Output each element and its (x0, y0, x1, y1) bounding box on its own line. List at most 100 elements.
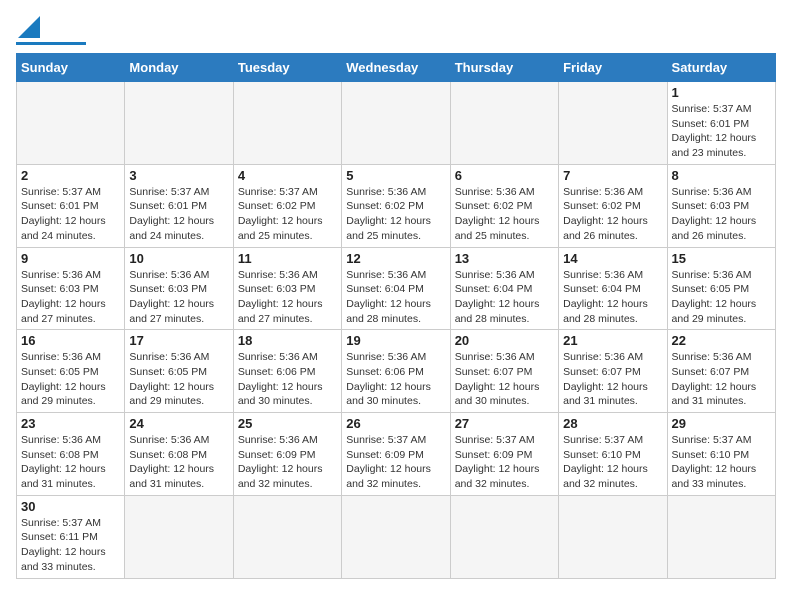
calendar-day-cell (450, 82, 558, 165)
calendar-table: SundayMondayTuesdayWednesdayThursdayFrid… (16, 53, 776, 579)
day-info: Sunrise: 5:36 AM Sunset: 6:07 PM Dayligh… (672, 350, 771, 409)
day-number: 10 (129, 251, 228, 266)
calendar-day-cell: 3Sunrise: 5:37 AM Sunset: 6:01 PM Daylig… (125, 164, 233, 247)
calendar-day-cell (559, 82, 667, 165)
calendar-day-cell: 28 Sunrise: 5:37 AM Sunset: 6:10 PM Dayli… (559, 413, 667, 496)
day-info: Sunrise: 5:36 AM Sunset: 6:02 PM Dayligh… (455, 185, 554, 244)
day-of-week-header: Friday (559, 54, 667, 82)
calendar-day-cell: 13Sunrise: 5:36 AM Sunset: 6:04 PM Dayli… (450, 247, 558, 330)
calendar-day-cell: 20 Sunrise: 5:36 AM Sunset: 6:07 PM Dayli… (450, 330, 558, 413)
day-info: Sunrise: 5:36 AM Sunset: 6:09 PM Dayligh… (238, 433, 337, 492)
day-info: Sunrise: 5:36 AM Sunset: 6:03 PM Dayligh… (21, 268, 120, 327)
calendar-week-row: 23 Sunrise: 5:36 AM Sunset: 6:08 PM Dayli… (17, 413, 776, 496)
day-number: 2 (21, 168, 120, 183)
day-of-week-header: Monday (125, 54, 233, 82)
calendar-day-cell (342, 82, 450, 165)
day-number: 19 (346, 333, 445, 348)
calendar-day-cell (125, 495, 233, 578)
day-number: 21 (563, 333, 662, 348)
day-info: Sunrise: 5:36 AM Sunset: 6:07 PM Dayligh… (455, 350, 554, 409)
day-number: 9 (21, 251, 120, 266)
day-info: Sunrise: 5:37 AM Sunset: 6:01 PM Dayligh… (21, 185, 120, 244)
day-info: Sunrise: 5:37 AM Sunset: 6:11 PM Dayligh… (21, 516, 120, 575)
day-number: 17 (129, 333, 228, 348)
page-header (16, 16, 776, 45)
calendar-day-cell: 25 Sunrise: 5:36 AM Sunset: 6:09 PM Dayli… (233, 413, 341, 496)
day-of-week-header: Tuesday (233, 54, 341, 82)
calendar-day-cell: 16Sunrise: 5:36 AM Sunset: 6:05 PM Dayli… (17, 330, 125, 413)
day-info: Sunrise: 5:36 AM Sunset: 6:06 PM Dayligh… (238, 350, 337, 409)
day-info: Sunrise: 5:36 AM Sunset: 6:06 PM Dayligh… (346, 350, 445, 409)
logo-underline (16, 42, 86, 45)
day-number: 26 (346, 416, 445, 431)
calendar-day-cell: 21 Sunrise: 5:36 AM Sunset: 6:07 PM Dayli… (559, 330, 667, 413)
calendar-day-cell (667, 495, 775, 578)
day-number: 29 (672, 416, 771, 431)
calendar-day-cell (559, 495, 667, 578)
day-number: 22 (672, 333, 771, 348)
calendar-day-cell: 23 Sunrise: 5:36 AM Sunset: 6:08 PM Dayli… (17, 413, 125, 496)
calendar-day-cell (125, 82, 233, 165)
day-number: 6 (455, 168, 554, 183)
logo-triangle-icon (18, 16, 40, 38)
day-info: Sunrise: 5:37 AM Sunset: 6:10 PM Dayligh… (563, 433, 662, 492)
day-info: Sunrise: 5:36 AM Sunset: 6:08 PM Dayligh… (129, 433, 228, 492)
day-info: Sunrise: 5:37 AM Sunset: 6:01 PM Dayligh… (672, 102, 771, 161)
day-number: 30 (21, 499, 120, 514)
calendar-day-cell: 15 Sunrise: 5:36 AM Sunset: 6:05 PM Dayli… (667, 247, 775, 330)
day-of-week-header: Wednesday (342, 54, 450, 82)
calendar-day-cell: 30 Sunrise: 5:37 AM Sunset: 6:11 PM Dayli… (17, 495, 125, 578)
day-number: 25 (238, 416, 337, 431)
day-info: Sunrise: 5:36 AM Sunset: 6:04 PM Dayligh… (346, 268, 445, 327)
calendar-day-cell: 26Sunrise: 5:37 AM Sunset: 6:09 PM Dayli… (342, 413, 450, 496)
calendar-day-cell (342, 495, 450, 578)
day-info: Sunrise: 5:37 AM Sunset: 6:01 PM Dayligh… (129, 185, 228, 244)
calendar-day-cell: 2 Sunrise: 5:37 AM Sunset: 6:01 PM Daylig… (17, 164, 125, 247)
day-info: Sunrise: 5:37 AM Sunset: 6:02 PM Dayligh… (238, 185, 337, 244)
calendar-day-cell: 24 Sunrise: 5:36 AM Sunset: 6:08 PM Dayli… (125, 413, 233, 496)
calendar-week-row: 2 Sunrise: 5:37 AM Sunset: 6:01 PM Daylig… (17, 164, 776, 247)
day-of-week-header: Thursday (450, 54, 558, 82)
calendar-day-cell (17, 82, 125, 165)
calendar-day-cell: 12 Sunrise: 5:36 AM Sunset: 6:04 PM Dayli… (342, 247, 450, 330)
day-number: 15 (672, 251, 771, 266)
day-number: 12 (346, 251, 445, 266)
calendar-week-row: 9 Sunrise: 5:36 AM Sunset: 6:03 PM Daylig… (17, 247, 776, 330)
day-info: Sunrise: 5:36 AM Sunset: 6:08 PM Dayligh… (21, 433, 120, 492)
day-number: 8 (672, 168, 771, 183)
day-info: Sunrise: 5:36 AM Sunset: 6:05 PM Dayligh… (129, 350, 228, 409)
logo (16, 16, 86, 45)
calendar-header-row: SundayMondayTuesdayWednesdayThursdayFrid… (17, 54, 776, 82)
day-info: Sunrise: 5:37 AM Sunset: 6:10 PM Dayligh… (672, 433, 771, 492)
day-info: Sunrise: 5:37 AM Sunset: 6:09 PM Dayligh… (455, 433, 554, 492)
day-info: Sunrise: 5:36 AM Sunset: 6:07 PM Dayligh… (563, 350, 662, 409)
day-number: 11 (238, 251, 337, 266)
calendar-day-cell: 8Sunrise: 5:36 AM Sunset: 6:03 PM Daylig… (667, 164, 775, 247)
calendar-week-row: 30 Sunrise: 5:37 AM Sunset: 6:11 PM Dayli… (17, 495, 776, 578)
day-number: 5 (346, 168, 445, 183)
calendar-day-cell: 27Sunrise: 5:37 AM Sunset: 6:09 PM Dayli… (450, 413, 558, 496)
day-number: 24 (129, 416, 228, 431)
day-number: 1 (672, 85, 771, 100)
day-number: 23 (21, 416, 120, 431)
day-info: Sunrise: 5:36 AM Sunset: 6:04 PM Dayligh… (563, 268, 662, 327)
calendar-day-cell: 7Sunrise: 5:36 AM Sunset: 6:02 PM Daylig… (559, 164, 667, 247)
day-of-week-header: Sunday (17, 54, 125, 82)
calendar-day-cell (233, 495, 341, 578)
calendar-day-cell: 6 Sunrise: 5:36 AM Sunset: 6:02 PM Daylig… (450, 164, 558, 247)
day-number: 13 (455, 251, 554, 266)
day-number: 4 (238, 168, 337, 183)
day-number: 28 (563, 416, 662, 431)
day-number: 16 (21, 333, 120, 348)
day-number: 14 (563, 251, 662, 266)
calendar-day-cell: 14 Sunrise: 5:36 AM Sunset: 6:04 PM Dayli… (559, 247, 667, 330)
day-number: 20 (455, 333, 554, 348)
day-number: 18 (238, 333, 337, 348)
calendar-day-cell: 29 Sunrise: 5:37 AM Sunset: 6:10 PM Dayli… (667, 413, 775, 496)
day-info: Sunrise: 5:36 AM Sunset: 6:05 PM Dayligh… (672, 268, 771, 327)
calendar-day-cell: 10Sunrise: 5:36 AM Sunset: 6:03 PM Dayli… (125, 247, 233, 330)
calendar-day-cell: 19 Sunrise: 5:36 AM Sunset: 6:06 PM Dayli… (342, 330, 450, 413)
day-info: Sunrise: 5:36 AM Sunset: 6:02 PM Dayligh… (563, 185, 662, 244)
calendar-day-cell (450, 495, 558, 578)
calendar-day-cell: 18 Sunrise: 5:36 AM Sunset: 6:06 PM Dayli… (233, 330, 341, 413)
